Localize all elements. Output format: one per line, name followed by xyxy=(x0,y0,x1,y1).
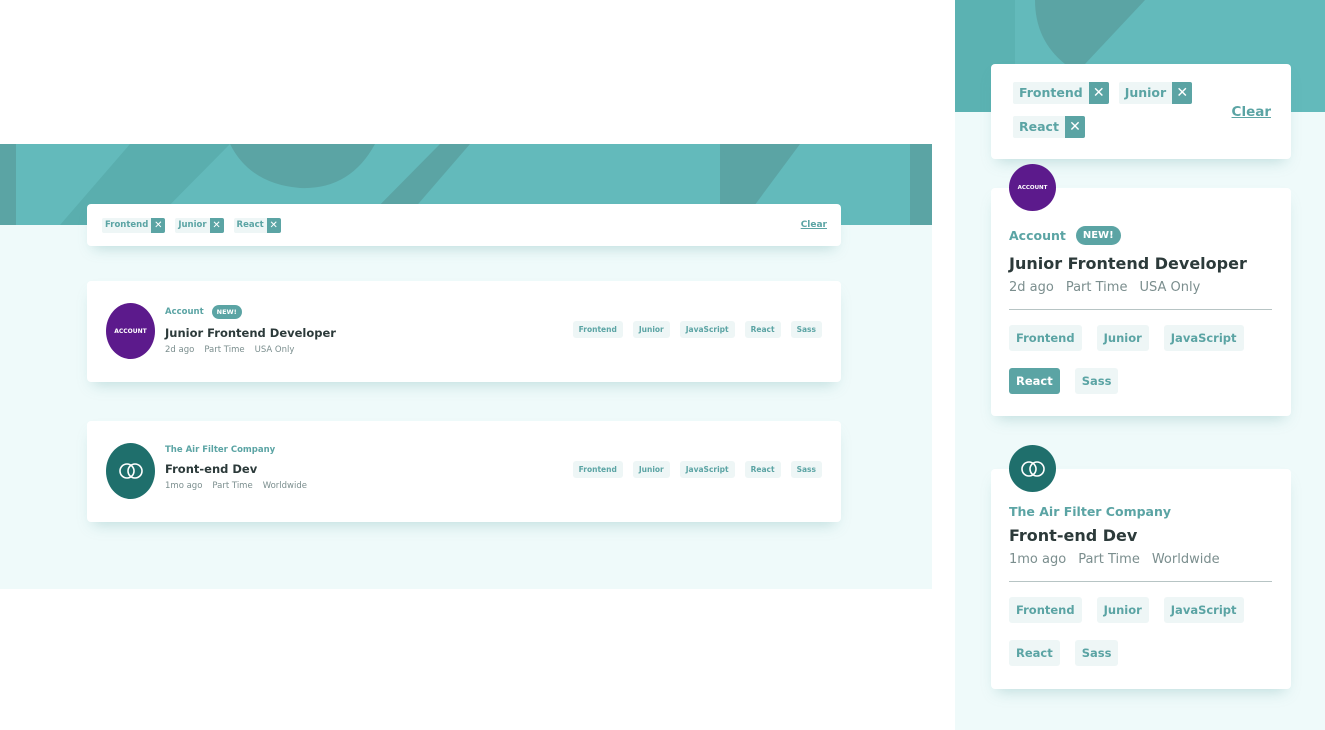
new-badge: NEW! xyxy=(1075,226,1121,245)
job-info: Account NEW! Junior Frontend Developer 2… xyxy=(1009,226,1272,411)
contract-type: Part Time xyxy=(1078,552,1140,567)
tag-frontend[interactable]: Frontend xyxy=(572,321,623,338)
filter-chip-react: React ✕ xyxy=(233,217,281,233)
company-row: The Air Filter Company xyxy=(1009,504,1272,519)
tag-react[interactable]: React xyxy=(1009,368,1060,394)
tag-react[interactable]: React xyxy=(744,461,781,478)
filter-bar: Frontend ✕ Junior ✕ React ✕ Clear xyxy=(87,204,841,246)
tag-javascript[interactable]: JavaScript xyxy=(1163,325,1244,351)
tag-javascript[interactable]: JavaScript xyxy=(679,461,735,478)
filter-chip-react: React ✕ xyxy=(1013,115,1085,138)
job-card: The Air Filter Company Front-end Dev 1mo… xyxy=(991,445,1291,689)
job-card: ACCOUNT Account NEW! Junior Frontend Dev… xyxy=(991,164,1291,416)
filter-chip-label: React xyxy=(1019,118,1059,134)
clear-filters-link[interactable]: Clear xyxy=(1232,104,1271,120)
close-icon[interactable]: ✕ xyxy=(1172,81,1193,104)
tag-sass[interactable]: Sass xyxy=(1074,640,1119,666)
posted-at: 1mo ago xyxy=(1009,552,1067,567)
tag-react[interactable]: React xyxy=(1009,640,1060,666)
posted-at: 2d ago xyxy=(1009,280,1054,295)
logo-text: ACCOUNT xyxy=(114,327,147,335)
logo-text: ACCOUNT xyxy=(1017,184,1048,191)
close-icon[interactable]: ✕ xyxy=(1064,115,1085,138)
company-name: Account xyxy=(1009,228,1066,243)
filter-chip-frontend: Frontend ✕ xyxy=(102,217,166,233)
tag-frontend[interactable]: Frontend xyxy=(572,461,623,478)
close-icon[interactable]: ✕ xyxy=(1088,81,1109,104)
close-icon[interactable]: ✕ xyxy=(209,217,224,233)
rings-logo-icon xyxy=(106,443,155,499)
location: USA Only xyxy=(254,345,295,355)
filter-chip-label: Frontend xyxy=(105,219,149,230)
close-icon[interactable]: ✕ xyxy=(151,217,166,233)
rings-logo-icon xyxy=(1009,445,1056,492)
job-meta: 1mo ago Part Time Worldwide xyxy=(1009,552,1272,567)
filter-chip-label: React xyxy=(236,219,264,230)
filter-chip-junior: Junior ✕ xyxy=(1118,81,1193,104)
tag-sass[interactable]: Sass xyxy=(790,321,822,338)
job-position[interactable]: Junior Frontend Developer xyxy=(165,326,336,340)
filter-chip-label: Junior xyxy=(1124,84,1167,100)
job-position[interactable]: Front-end Dev xyxy=(165,462,317,476)
tag-junior[interactable]: Junior xyxy=(632,461,670,478)
filter-chip-frontend: Frontend ✕ xyxy=(1013,81,1109,104)
posted-at: 2d ago xyxy=(165,345,195,355)
job-meta: 1mo ago Part Time Worldwide xyxy=(165,481,317,491)
tag-sass[interactable]: Sass xyxy=(790,461,822,478)
contract-type: Part Time xyxy=(212,481,253,491)
active-filters: Frontend ✕ Junior ✕ React ✕ xyxy=(1013,78,1232,146)
divider xyxy=(1009,581,1272,582)
filter-chip-label: Frontend xyxy=(1019,84,1083,100)
desktop-view: Frontend ✕ Junior ✕ React ✕ Clear ACCOUN… xyxy=(0,144,932,589)
close-icon[interactable]: ✕ xyxy=(266,217,281,233)
new-badge: NEW! xyxy=(211,305,242,319)
job-meta: 2d ago Part Time USA Only xyxy=(165,345,336,355)
job-card: ACCOUNT Account NEW! Junior Frontend Dev… xyxy=(87,281,841,382)
app-stage: Frontend ✕ Junior ✕ React ✕ Clear ACCOUN… xyxy=(0,0,1325,730)
filter-chip-junior: Junior ✕ xyxy=(175,217,224,233)
tag-javascript[interactable]: JavaScript xyxy=(679,321,735,338)
tag-javascript[interactable]: JavaScript xyxy=(1163,597,1244,623)
tag-react[interactable]: React xyxy=(744,321,781,338)
tag-frontend[interactable]: Frontend xyxy=(1009,325,1082,351)
company-row: Account NEW! xyxy=(1009,226,1272,245)
clear-filters-link[interactable]: Clear xyxy=(801,220,827,230)
tag-junior[interactable]: Junior xyxy=(1096,597,1149,623)
filter-bar: Frontend ✕ Junior ✕ React ✕ Clear xyxy=(991,64,1291,159)
job-position[interactable]: Front-end Dev xyxy=(1009,526,1272,545)
filter-chip-label: Junior xyxy=(178,219,207,230)
tag-sass[interactable]: Sass xyxy=(1074,368,1119,394)
account-logo-icon: ACCOUNT xyxy=(1009,164,1056,211)
rings-icon xyxy=(118,463,143,479)
tag-frontend[interactable]: Frontend xyxy=(1009,597,1082,623)
divider xyxy=(1009,309,1272,310)
job-tags: Frontend Junior JavaScript React Sass xyxy=(563,461,822,478)
tag-junior[interactable]: Junior xyxy=(1096,325,1149,351)
job-info: Account NEW! Junior Frontend Developer 2… xyxy=(165,305,336,355)
job-info: The Air Filter Company Front-end Dev 1mo… xyxy=(1009,504,1272,683)
company-name: The Air Filter Company xyxy=(1009,504,1172,519)
job-position[interactable]: Junior Frontend Developer xyxy=(1009,254,1272,273)
job-tags: Frontend Junior JavaScript React Sass xyxy=(563,321,822,338)
job-info: The Air Filter Company Front-end Dev 1mo… xyxy=(165,445,317,491)
company-name: Account xyxy=(165,307,204,317)
job-tags: Frontend Junior JavaScript React Sass xyxy=(1009,597,1272,683)
job-tags: Frontend Junior JavaScript React Sass xyxy=(1009,325,1272,411)
mobile-view: Frontend ✕ Junior ✕ React ✕ Clear ACCOUN… xyxy=(955,0,1325,730)
company-row: The Air Filter Company xyxy=(165,445,317,455)
contract-type: Part Time xyxy=(1065,280,1128,295)
contract-type: Part Time xyxy=(204,345,245,355)
tag-junior[interactable]: Junior xyxy=(632,321,670,338)
location: Worldwide xyxy=(1151,552,1220,567)
account-logo-icon: ACCOUNT xyxy=(106,303,155,359)
job-meta: 2d ago Part Time USA Only xyxy=(1009,280,1272,295)
active-filters: Frontend ✕ Junior ✕ React ✕ xyxy=(102,217,801,233)
company-row: Account NEW! xyxy=(165,305,336,319)
location: USA Only xyxy=(1139,280,1201,295)
rings-icon xyxy=(1020,460,1045,477)
location: Worldwide xyxy=(262,481,308,491)
job-card: The Air Filter Company Front-end Dev 1mo… xyxy=(87,421,841,522)
company-name: The Air Filter Company xyxy=(165,445,276,455)
posted-at: 1mo ago xyxy=(165,481,203,491)
